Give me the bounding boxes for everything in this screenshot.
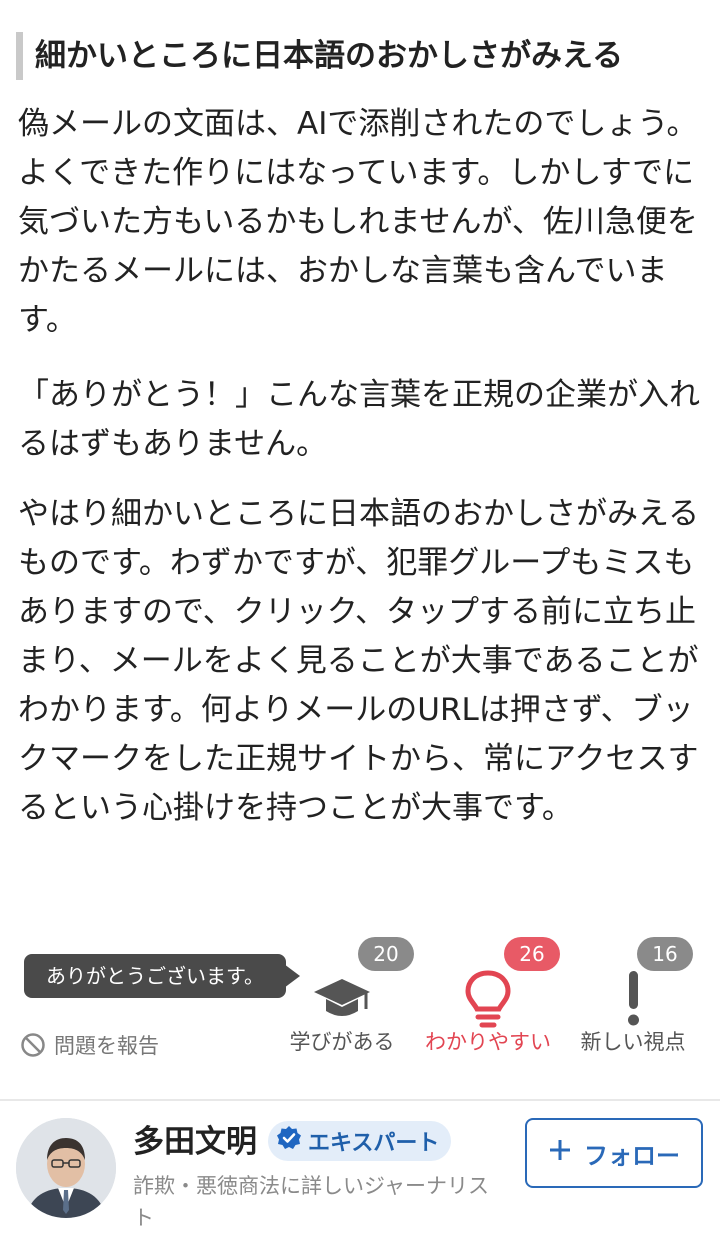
report-problem-link[interactable]: 問題を報告 xyxy=(20,1028,159,1062)
verified-check-icon xyxy=(276,1125,302,1157)
author-name[interactable]: 多田文明 xyxy=(133,1120,257,1164)
reaction-new-perspective-button[interactable]: 16 新しい視点 xyxy=(563,935,703,1055)
plus-icon xyxy=(548,1138,572,1168)
follow-label: フォロー xyxy=(584,1141,680,1170)
reaction-count-badge: 26 xyxy=(504,937,560,971)
thanks-tooltip: ありがとうございます。 xyxy=(24,954,300,998)
lightbulb-icon xyxy=(418,969,558,1029)
reaction-count-badge: 20 xyxy=(358,937,414,971)
section-divider xyxy=(0,1099,720,1101)
reaction-clear-button[interactable]: 26 わかりやすい xyxy=(418,935,560,1055)
section-heading: 細かいところに日本語のおかしさがみえる xyxy=(16,32,715,80)
reaction-label: わかりやすい xyxy=(425,1030,551,1054)
exclamation-icon xyxy=(563,969,703,1029)
expert-badge: エキスパート xyxy=(268,1121,452,1161)
article-paragraph: 「ありがとう！」こんな言葉を正規の企業が入れるはずもありません。 xyxy=(18,377,700,462)
article-paragraph: 偽メールの文面は、AIで添削されたのでしょう。よくできた作りにはなっています。し… xyxy=(18,106,698,338)
prohibited-icon xyxy=(20,1032,46,1058)
author-avatar[interactable] xyxy=(16,1118,116,1218)
follow-button[interactable]: フォロー xyxy=(525,1118,703,1188)
author-description: 詐欺・悪徳商法に詳しいジャーナリスト xyxy=(133,1174,489,1230)
reaction-count-badge: 16 xyxy=(637,937,693,971)
reaction-learn-button[interactable]: 20 学びがある xyxy=(272,935,414,1055)
article-paragraph: やはり細かいところに日本語のおかしさがみえるものです。わずかですが、犯罪グループ… xyxy=(18,496,700,826)
graduation-cap-icon xyxy=(272,969,412,1029)
reaction-label: 新しい視点 xyxy=(580,1030,686,1054)
reaction-label: 学びがある xyxy=(289,1030,395,1054)
badge-label: エキスパート xyxy=(308,1131,440,1156)
report-label: 問題を報告 xyxy=(54,1034,159,1058)
